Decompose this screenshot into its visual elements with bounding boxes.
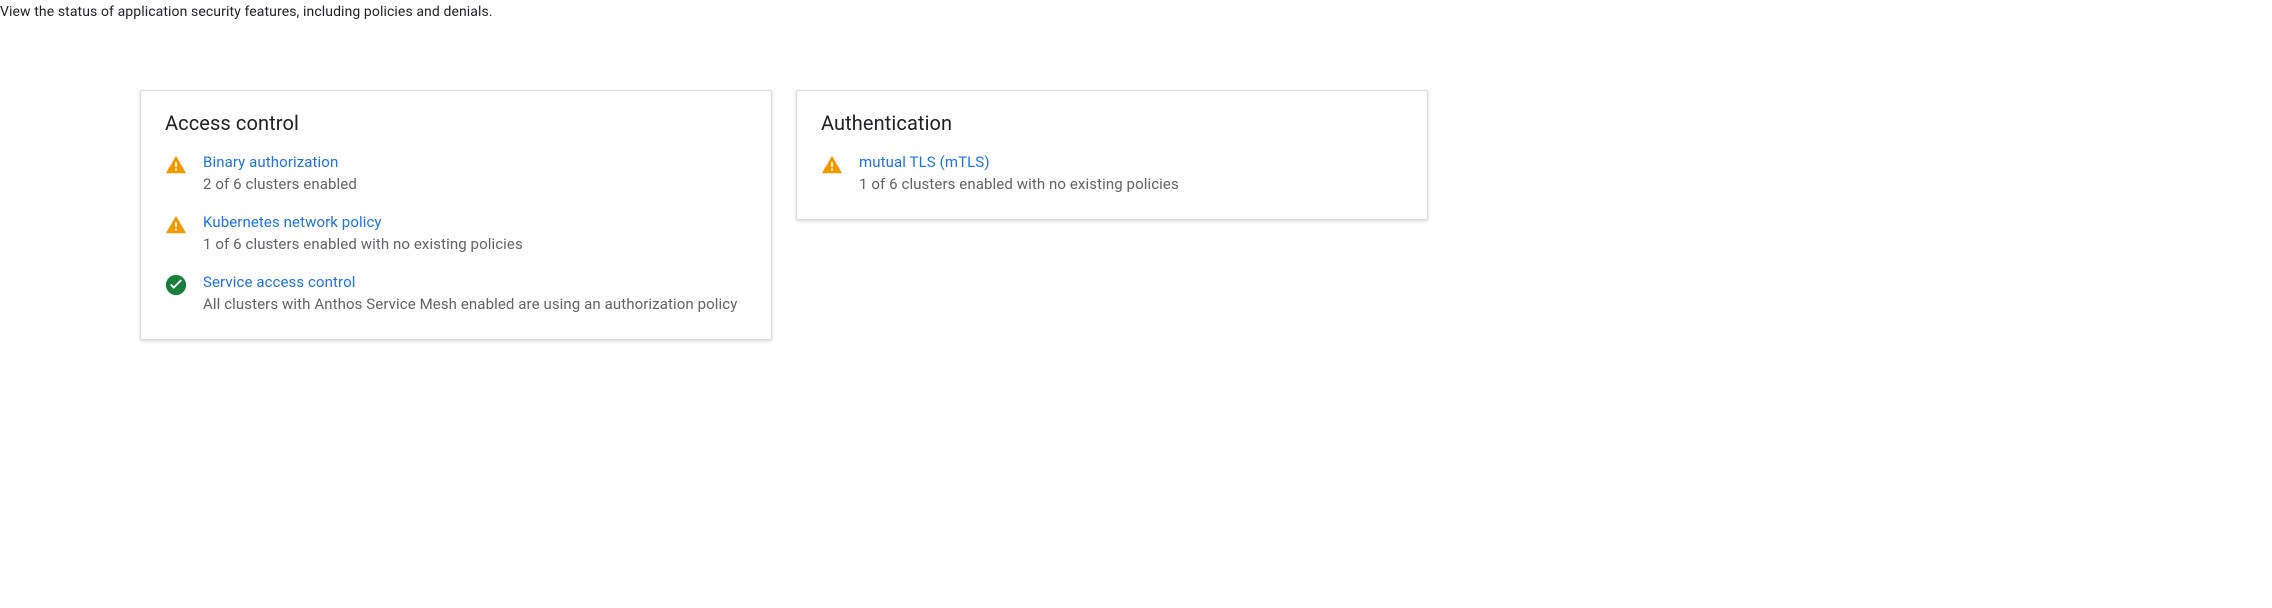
feature-content: Service access control All clusters with… — [203, 273, 747, 315]
feature-row-mtls: mutual TLS (mTLS) 1 of 6 clusters enable… — [821, 153, 1403, 195]
binary-authorization-status: 2 of 6 clusters enabled — [203, 174, 747, 195]
feature-content: mutual TLS (mTLS) 1 of 6 clusters enable… — [859, 153, 1403, 195]
access-control-title: Access control — [165, 111, 747, 135]
feature-row-kubernetes-network-policy: Kubernetes network policy 1 of 6 cluster… — [165, 213, 747, 255]
warning-icon — [165, 154, 187, 176]
mtls-status: 1 of 6 clusters enabled with no existing… — [859, 174, 1403, 195]
success-icon — [165, 274, 187, 296]
feature-row-binary-authorization: Binary authorization 2 of 6 clusters ena… — [165, 153, 747, 195]
binary-authorization-link[interactable]: Binary authorization — [203, 153, 338, 171]
feature-row-service-access-control: Service access control All clusters with… — [165, 273, 747, 315]
mtls-link[interactable]: mutual TLS (mTLS) — [859, 153, 990, 171]
warning-icon — [821, 154, 843, 176]
cards-container: Access control Binary authorization 2 of… — [140, 90, 2272, 340]
authentication-card: Authentication mutual TLS (mTLS) 1 of 6 … — [796, 90, 1428, 220]
service-access-control-status: All clusters with Anthos Service Mesh en… — [203, 294, 747, 315]
feature-content: Kubernetes network policy 1 of 6 cluster… — [203, 213, 747, 255]
kubernetes-network-policy-status: 1 of 6 clusters enabled with no existing… — [203, 234, 747, 255]
authentication-title: Authentication — [821, 111, 1403, 135]
access-control-card: Access control Binary authorization 2 of… — [140, 90, 772, 340]
page-description: View the status of application security … — [0, 0, 2272, 20]
warning-icon — [165, 214, 187, 236]
service-access-control-link[interactable]: Service access control — [203, 273, 355, 291]
kubernetes-network-policy-link[interactable]: Kubernetes network policy — [203, 213, 382, 231]
feature-content: Binary authorization 2 of 6 clusters ena… — [203, 153, 747, 195]
